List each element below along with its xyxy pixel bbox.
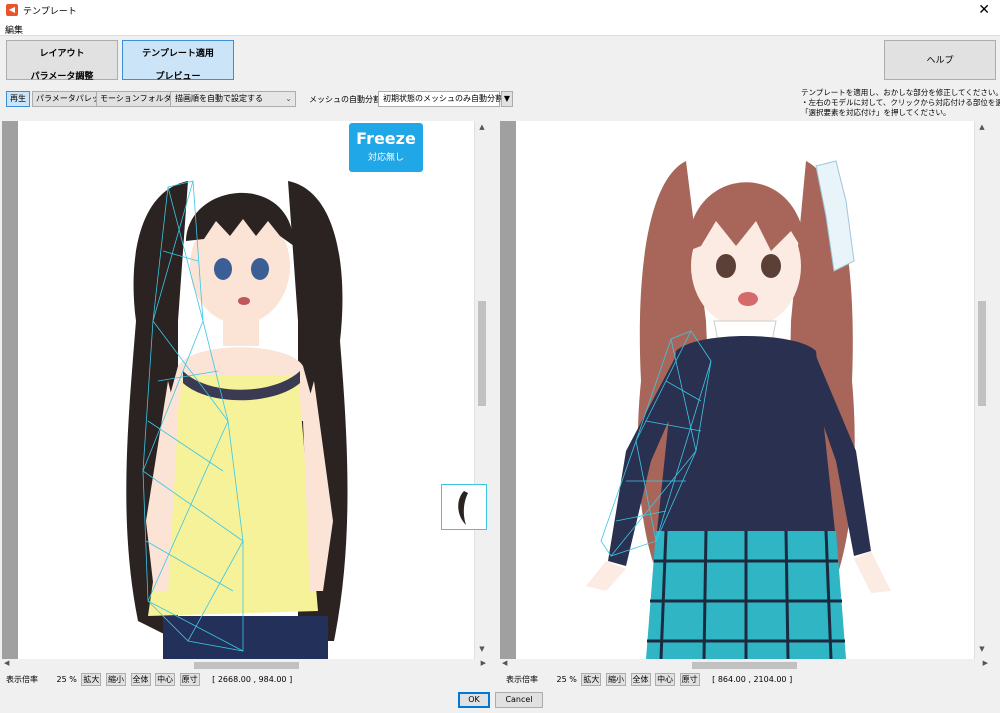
right-horizontal-scrollbar[interactable]: ◀ ▶ [500, 659, 990, 671]
fit-all-button[interactable]: 全体 [130, 673, 151, 686]
left-part-thumbnail[interactable] [441, 484, 487, 530]
center-button[interactable]: 中心 [655, 673, 676, 686]
right-viewport-margin [500, 121, 516, 659]
ok-button[interactable]: OK [458, 692, 490, 708]
freeze-badge[interactable]: Freeze 対応無し [349, 123, 423, 172]
help-line-2: ・左右のモデルに対して、クリックから対応付ける部位を選び、 [801, 98, 1000, 107]
mesh-split-select[interactable]: 初期状態のメッシュのみ自動分割 [378, 91, 503, 107]
mesh-split-value: 初期状態のメッシュのみ自動分割 [383, 94, 503, 103]
zoom-in-button[interactable]: 拡大 [581, 673, 602, 686]
center-button[interactable]: 中心 [155, 673, 176, 686]
draw-order-value: 描画順を自動で設定する [175, 94, 263, 103]
window-title: テンプレート [23, 6, 77, 17]
tab-layout-label: レイアウト [39, 49, 85, 59]
freeze-subtitle: 対応無し [367, 153, 404, 163]
left-vscroll-thumb[interactable] [478, 301, 486, 406]
scroll-left-icon[interactable]: ◀ [4, 659, 9, 667]
zoom-out-button[interactable]: 縮小 [105, 673, 126, 686]
app-icon: ◀ [6, 4, 18, 16]
zoom-label: 表示倍率 [506, 675, 538, 684]
left-canvas[interactable] [18, 121, 474, 659]
right-hscroll-thumb[interactable] [692, 662, 797, 669]
tab-param-label: パラメータ調整 [30, 72, 94, 82]
menu-bar: 編集 [0, 20, 1000, 36]
left-hscroll-thumb[interactable] [194, 662, 299, 669]
left-status-bar: 表示倍率 25 % 拡大 縮小 全体 中心 原寸 [ 2668.00 , 984… [6, 673, 294, 687]
draw-order-select[interactable]: 描画順を自動で設定する ⌄ [170, 91, 296, 107]
help-button[interactable]: ヘルプ [884, 40, 996, 80]
zoom-value: 25 % [56, 675, 77, 684]
right-status-bar: 表示倍率 25 % 拡大 縮小 全体 中心 原寸 [ 864.00 , 2104… [506, 673, 794, 687]
help-line-3: 「選択要素を対応付け」を押してください。 [801, 108, 951, 117]
right-vertical-scrollbar[interactable]: ▲ ▼ [974, 121, 990, 659]
tab-layout-param[interactable]: レイアウト パラメータ調整 [6, 40, 118, 82]
left-horizontal-scrollbar[interactable]: ◀ ▶ [2, 659, 488, 671]
title-bar: ◀ テンプレート ✕ [0, 0, 1000, 20]
left-viewport-margin [2, 121, 18, 659]
actual-size-button[interactable]: 原寸 [679, 673, 700, 686]
menu-edit[interactable]: 編集 [5, 23, 23, 36]
help-text: テンプレートを適用し、おかしな部分を修正してください。 ・左右のモデルに対して、… [801, 88, 1000, 118]
tab-template-label: テンプレート適用 [142, 49, 214, 59]
play-button[interactable]: 再生 [6, 91, 30, 107]
mesh-split-dropdown-button[interactable]: ▼ [501, 91, 513, 107]
scroll-down-icon: ▼ [503, 94, 511, 103]
freeze-title: Freeze [356, 129, 416, 148]
right-canvas[interactable] [516, 121, 974, 659]
tab-template-preview[interactable]: テンプレート適用 プレビュー [122, 40, 234, 82]
close-button[interactable]: ✕ [978, 2, 990, 18]
left-vertical-scrollbar[interactable]: ▲ ▼ [474, 121, 488, 659]
motion-folder-button[interactable]: モーションフォルダ [96, 91, 176, 107]
chevron-down-icon: ⌄ [285, 94, 292, 103]
fit-all-button[interactable]: 全体 [630, 673, 651, 686]
scroll-down-icon[interactable]: ▼ [975, 645, 989, 657]
zoom-value: 25 % [556, 675, 577, 684]
mesh-split-label: メッシュの自動分割 [309, 95, 381, 104]
cancel-button[interactable]: Cancel [495, 692, 543, 708]
scroll-right-icon[interactable]: ▶ [983, 659, 988, 667]
scroll-down-icon[interactable]: ▼ [475, 645, 489, 657]
zoom-out-button[interactable]: 縮小 [605, 673, 626, 686]
right-vscroll-thumb[interactable] [978, 301, 986, 406]
tab-preview-label: プレビュー [155, 72, 201, 82]
hair-part-icon [458, 491, 468, 525]
actual-size-button[interactable]: 原寸 [179, 673, 200, 686]
zoom-in-button[interactable]: 拡大 [81, 673, 102, 686]
scroll-up-icon[interactable]: ▲ [975, 123, 989, 135]
left-model-illustration [126, 180, 348, 659]
scroll-up-icon[interactable]: ▲ [475, 123, 489, 135]
cursor-coords: [ 2668.00 , 984.00 ] [212, 675, 293, 684]
scroll-left-icon[interactable]: ◀ [502, 659, 507, 667]
help-line-1: テンプレートを適用し、おかしな部分を修正してください。 [801, 88, 1000, 97]
cursor-coords: [ 864.00 , 2104.00 ] [712, 675, 793, 684]
scroll-right-icon[interactable]: ▶ [481, 659, 486, 667]
right-model-illustration [586, 160, 891, 659]
zoom-label: 表示倍率 [6, 675, 38, 684]
